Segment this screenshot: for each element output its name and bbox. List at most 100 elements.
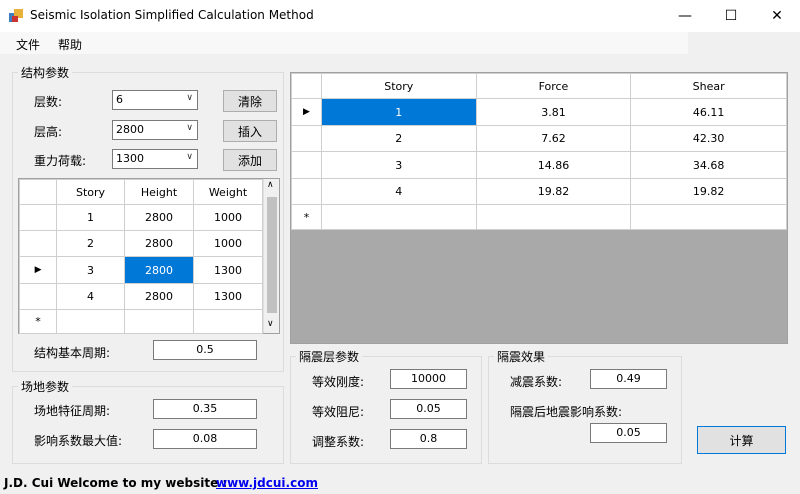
minimize-button[interactable]: — — [662, 0, 708, 32]
chevron-down-icon: ∨ — [186, 93, 193, 103]
column-header-height[interactable]: Height — [124, 179, 194, 205]
selected-cell[interactable]: 2800 — [124, 256, 194, 284]
height-value: 2800 — [116, 123, 144, 136]
vertical-scrollbar[interactable]: ∧ ∨ — [263, 179, 279, 333]
current-row-marker-icon[interactable]: ▶ — [18, 256, 58, 284]
cell[interactable]: 7.62 — [475, 125, 632, 152]
cell[interactable]: 4 — [320, 178, 477, 205]
cell[interactable]: 2 — [56, 230, 126, 257]
column-header-weight[interactable]: Weight — [193, 179, 263, 205]
reduction-input[interactable]: 0.49 — [590, 369, 667, 389]
new-row[interactable]: * — [291, 204, 787, 230]
corner-cell — [18, 179, 58, 205]
menu-bar — [0, 32, 688, 54]
add-button[interactable]: 添加 — [223, 149, 277, 171]
cell[interactable]: 1 — [56, 204, 126, 231]
cell[interactable]: 4 — [56, 283, 126, 310]
adjust-input[interactable]: 0.8 — [390, 429, 467, 449]
current-row-marker-icon[interactable]: ▶ — [291, 98, 322, 126]
cell[interactable]: 14.86 — [475, 151, 632, 179]
max-coef-input[interactable]: 0.08 — [153, 429, 257, 449]
cell[interactable]: 1000 — [193, 204, 263, 231]
column-header-story[interactable]: Story — [320, 73, 477, 99]
site-group-title: 场地参数 — [18, 378, 73, 395]
floors-value: 6 — [116, 93, 123, 106]
table-row[interactable]: ▶ 1 3.81 46.11 — [291, 98, 787, 126]
app-icon — [9, 9, 23, 22]
height-combo[interactable]: 2800 ∨ — [112, 120, 198, 140]
post-coef-input[interactable]: 0.05 — [590, 423, 667, 443]
height-label: 层高: — [34, 125, 63, 139]
cell[interactable]: 19.82 — [475, 178, 632, 205]
damping-label: 等效阻尼: — [312, 405, 365, 419]
insert-button[interactable]: 插入 — [223, 120, 277, 142]
table-row[interactable]: 4 19.82 19.82 — [291, 178, 787, 205]
floors-combo[interactable]: 6 ∨ — [112, 90, 198, 110]
column-header-force[interactable]: Force — [475, 73, 632, 99]
cell[interactable] — [320, 204, 477, 230]
chevron-down-icon: ∨ — [186, 123, 193, 133]
cell[interactable]: 42.30 — [630, 125, 787, 152]
selected-cell[interactable]: 1 — [320, 98, 477, 126]
table-row[interactable]: 2 7.62 42.30 — [291, 125, 787, 152]
cell[interactable]: 2800 — [124, 204, 194, 231]
clear-button[interactable]: 清除 — [223, 90, 277, 112]
cell[interactable]: 1300 — [193, 256, 263, 284]
row-header[interactable] — [291, 151, 322, 179]
load-label: 重力荷载: — [34, 154, 87, 168]
cell[interactable]: 19.82 — [630, 178, 787, 205]
calculate-button[interactable]: 计算 — [697, 426, 786, 454]
cell[interactable]: 3 — [320, 151, 477, 179]
new-row-marker: * — [18, 309, 58, 334]
close-button[interactable]: ✕ — [754, 0, 800, 32]
cell[interactable]: 34.68 — [630, 151, 787, 179]
result-grid[interactable]: Story Force Shear ▶ 1 3.81 46.11 2 7.62 … — [290, 72, 788, 344]
table-row[interactable]: ▶ 3 2800 1300 — [18, 256, 263, 284]
chevron-down-icon[interactable]: ∨ — [267, 319, 274, 329]
table-row[interactable]: 4 2800 1300 — [18, 283, 263, 310]
column-header-shear[interactable]: Shear — [630, 73, 787, 99]
cell[interactable] — [56, 309, 126, 334]
window-title: Seismic Isolation Simplified Calculation… — [30, 8, 314, 22]
stiffness-label: 等效刚度: — [312, 375, 365, 389]
row-header[interactable] — [291, 125, 322, 152]
cell[interactable]: 1300 — [193, 283, 263, 310]
cell[interactable]: 2800 — [124, 230, 194, 257]
maximize-button[interactable]: ☐ — [708, 0, 754, 32]
row-header[interactable] — [18, 230, 58, 257]
max-coef-label: 影响系数最大值: — [34, 434, 123, 448]
chevron-up-icon[interactable]: ∧ — [267, 180, 274, 190]
cell[interactable] — [630, 204, 787, 230]
table-row[interactable]: 2 2800 1000 — [18, 230, 263, 257]
reduction-label: 减震系数: — [510, 375, 563, 389]
cell[interactable]: 2 — [320, 125, 477, 152]
row-header[interactable] — [18, 204, 58, 231]
cell[interactable]: 3 — [56, 256, 126, 284]
char-period-label: 场地特征周期: — [34, 404, 111, 418]
cell[interactable]: 46.11 — [630, 98, 787, 126]
period-input[interactable]: 0.5 — [153, 340, 257, 360]
table-row[interactable]: 3 14.86 34.68 — [291, 151, 787, 179]
char-period-input[interactable]: 0.35 — [153, 399, 257, 419]
menu-help[interactable]: 帮助 — [58, 36, 82, 53]
scrollbar-thumb[interactable] — [267, 197, 277, 313]
row-header[interactable] — [18, 283, 58, 310]
cell[interactable] — [193, 309, 263, 334]
structure-grid[interactable]: Story Height Weight 1 2800 1000 2 2800 1… — [18, 178, 280, 334]
damping-input[interactable]: 0.05 — [390, 399, 467, 419]
row-header[interactable] — [291, 178, 322, 205]
website-link[interactable]: www.jdcui.com — [216, 476, 318, 490]
new-row-marker: * — [291, 204, 322, 230]
column-header-story[interactable]: Story — [56, 179, 126, 205]
table-row[interactable]: 1 2800 1000 — [18, 204, 263, 231]
menu-file[interactable]: 文件 — [16, 36, 40, 53]
cell[interactable]: 2800 — [124, 283, 194, 310]
cell[interactable]: 3.81 — [475, 98, 632, 126]
load-combo[interactable]: 1300 ∨ — [112, 149, 198, 169]
cell[interactable]: 1000 — [193, 230, 263, 257]
cell[interactable] — [124, 309, 194, 334]
post-coef-label: 隔震后地震影响系数: — [510, 405, 623, 419]
cell[interactable] — [475, 204, 632, 230]
stiffness-input[interactable]: 10000 — [390, 369, 467, 389]
new-row[interactable]: * — [18, 309, 263, 334]
